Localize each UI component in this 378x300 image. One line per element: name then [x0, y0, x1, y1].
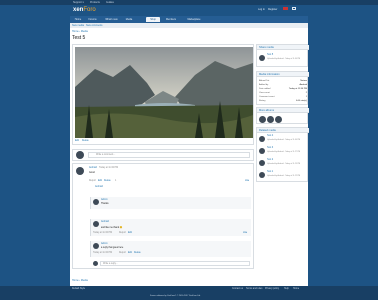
topbar-item-guides[interactable]: Guides [106, 1, 114, 4]
avatar [93, 199, 99, 205]
avatar [93, 243, 99, 249]
avatar [76, 151, 84, 159]
related-media-title: Related media [259, 129, 276, 132]
share-item-meta: Uploaded by Android · Today at 11:30 PM [267, 58, 301, 60]
footer-contact[interactable]: Contact us [232, 288, 243, 290]
footer-terms[interactable]: Terms and rules [246, 288, 262, 290]
related-item-title[interactable]: Test 3 [267, 147, 273, 149]
reply-input-placeholder: Write a reply... [103, 263, 118, 265]
related-item-meta: Uploaded by Android · Today at 11:25 PM [267, 163, 301, 165]
reply-time: Today at 11:34 PM [93, 232, 112, 234]
share-media-title: Share media [259, 46, 274, 49]
delete-link[interactable]: Delete [104, 180, 111, 182]
reply-author[interactable]: Android [101, 221, 109, 223]
tab-whats-new[interactable]: What's new [103, 17, 120, 22]
media-image[interactable] [75, 47, 253, 138]
album-thumb[interactable] [267, 116, 274, 123]
reply-edit-link[interactable]: Edit [128, 232, 132, 234]
site-footer: Default Style Contact us Terms and rules… [0, 286, 378, 300]
reply-edit-link[interactable]: Edit [128, 252, 132, 254]
reply-delete-link[interactable]: Delete [134, 252, 141, 254]
reply-author[interactable]: Admin [101, 243, 108, 245]
avatar [93, 261, 98, 266]
media-info-panel: Media information Album/Cat Nature Added … [256, 71, 309, 105]
related-item-meta: Uploaded by Android · Today at 11:30 PM [267, 139, 301, 141]
avatar [259, 55, 265, 61]
search-icon[interactable] [292, 7, 296, 10]
like-count: 1 [115, 180, 117, 182]
site-header [0, 5, 378, 16]
reactions-summary[interactable]: Android [95, 186, 103, 188]
comment-input-placeholder: Write a comment... [96, 154, 116, 157]
reply-report-link[interactable]: Report [119, 252, 126, 254]
album-thumb[interactable] [275, 116, 282, 123]
reply-item [90, 197, 251, 209]
style-chooser[interactable]: Default Style [72, 288, 85, 290]
breadcrumb-home[interactable]: Home [72, 30, 79, 33]
topbar-item-products[interactable]: Products [90, 1, 100, 4]
tab-marketplace[interactable]: Marketplace [184, 17, 204, 22]
breadcrumb-media[interactable]: Media [81, 30, 88, 33]
breadcrumb-home[interactable]: Home [72, 279, 79, 282]
edit-link[interactable]: Edit [98, 180, 102, 182]
avatar [259, 172, 265, 178]
related-item-meta: Uploaded by Android · Today at 11:22 PM [267, 175, 301, 177]
tab-members[interactable]: Members [163, 17, 179, 22]
share-media-panel: Share media Test 5 Uploaded by Android ·… [256, 44, 309, 67]
report-link[interactable]: Report [89, 180, 96, 182]
related-item-title[interactable]: Test 4 [267, 135, 273, 137]
album-thumb[interactable] [259, 116, 266, 123]
avatar [259, 136, 265, 142]
main-nav: Home Forums What's new Media Shop Member… [70, 16, 308, 23]
topbar-item-support[interactable]: Support ▾ [73, 1, 84, 4]
like-button[interactable]: Like [245, 180, 249, 182]
tab-media[interactable]: Media [123, 17, 135, 22]
reply-body: and like me thank 😊 [101, 227, 123, 229]
reply-author[interactable]: Admin [101, 199, 108, 201]
tab-shop[interactable]: Shop [146, 17, 160, 22]
tab-forums[interactable]: Forums [86, 17, 99, 22]
edit-media-link[interactable]: Edit [75, 140, 79, 142]
footer-privacy[interactable]: Privacy policy [265, 288, 279, 290]
avatar [259, 160, 265, 166]
copyright: Forum software by XenForo® © 2010-2017 X… [150, 295, 201, 297]
subnav-new-comments[interactable]: New comments [86, 24, 102, 27]
flag-icon[interactable] [283, 7, 288, 10]
breadcrumb-media[interactable]: Media [81, 279, 88, 282]
reply-body: Thanks [101, 203, 109, 205]
subnav-new-media[interactable]: New media [72, 24, 84, 27]
footer-help[interactable]: Help [284, 288, 289, 290]
comment-time: Today at 11:34 PM [99, 167, 118, 169]
related-item-title[interactable]: Test 2 [267, 159, 273, 161]
related-item-title[interactable]: Test 1 [267, 171, 273, 173]
page-title: Test 5 [72, 35, 86, 41]
register-link[interactable]: Register [268, 8, 277, 11]
reply-item [90, 241, 251, 257]
more-albums-title: More albums [259, 109, 274, 112]
related-media-panel: Related media Test 4 Uploaded by Android… [256, 127, 309, 182]
reply-time: Today at 11:34 PM [93, 252, 112, 254]
breadcrumb: Home › Media [72, 30, 88, 33]
footer-home[interactable]: Home [293, 288, 299, 290]
login-link[interactable]: Log in [258, 8, 265, 11]
breadcrumb-bottom: Home › Media [72, 279, 88, 282]
avatar [259, 148, 265, 154]
delete-media-link[interactable]: Delete [82, 140, 89, 142]
related-item-meta: Uploaded by Android · Today at 11:27 PM [267, 151, 301, 153]
avatar [76, 167, 84, 175]
comment-input[interactable]: Write a comment... [88, 152, 250, 158]
avatar [93, 221, 99, 227]
tab-home[interactable]: Home [73, 17, 83, 22]
reply-input[interactable]: Write a reply... [100, 261, 250, 266]
site-logo[interactable]: xenForo [73, 7, 96, 13]
more-albums-panel: More albums [256, 107, 309, 124]
share-item-title[interactable]: Test 5 [267, 54, 273, 56]
comment-body: Good [89, 172, 95, 174]
reply-like-button[interactable]: Like [243, 232, 247, 234]
media-info-title: Media information [259, 73, 280, 76]
comment-author[interactable]: Android [89, 167, 97, 169]
reply-report-link[interactable]: Report [119, 232, 126, 234]
reply-body: a reply that goes here [101, 247, 124, 249]
